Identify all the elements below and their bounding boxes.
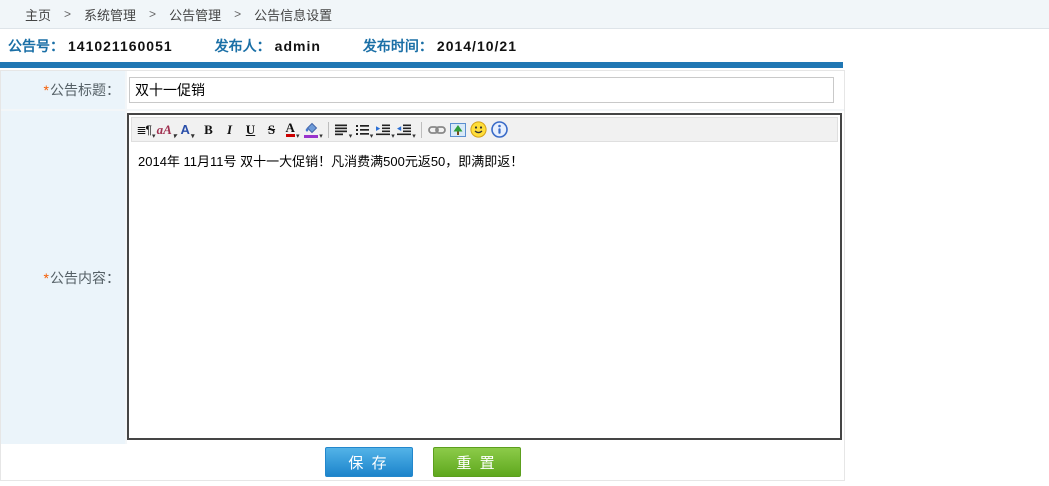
editor-content[interactable]: 2014年 11月11号 双十一大促销！凡消费满500元返50，即满即返！ <box>129 144 840 436</box>
about-info-icon[interactable] <box>489 119 510 140</box>
breadcrumb: 主页 > 系统管理 > 公告管理 > 公告信息设置 <box>0 0 1049 29</box>
notice-number-group: 公告号： 141021160051 <box>8 36 173 56</box>
format-paragraph-icon[interactable]: ≣¶ <box>135 119 156 140</box>
title-row: * 公告标题： <box>1 71 844 111</box>
form-actions: 保 存 重 置 <box>1 444 844 480</box>
rich-text-editor: ≣¶ aA A B I U S A <box>127 113 842 440</box>
accent-divider <box>0 62 843 68</box>
publish-time-label: 发布时间： <box>363 36 433 56</box>
paint-bucket-icon <box>304 122 318 138</box>
toolbar-separator <box>421 122 422 138</box>
publisher-group: 发布人： admin <box>215 36 321 56</box>
notice-number-value: 141021160051 <box>68 38 173 54</box>
align-icon[interactable] <box>333 119 354 140</box>
breadcrumb-separator: > <box>234 7 241 21</box>
strikethrough-icon[interactable]: S <box>261 119 282 140</box>
font-size-icon[interactable]: A <box>177 119 198 140</box>
text-color-icon[interactable]: A <box>282 119 303 140</box>
reset-button[interactable]: 重 置 <box>433 447 521 477</box>
notice-info-bar: 公告号： 141021160051 发布人： admin 发布时间： 2014/… <box>0 29 1049 62</box>
editor-toolbar: ≣¶ aA A B I U S A <box>131 117 838 142</box>
breadcrumb-item-home[interactable]: 主页 <box>25 5 51 24</box>
bold-icon[interactable]: B <box>198 119 219 140</box>
text-color-glyph: A <box>286 122 295 137</box>
notice-form: * 公告标题： * 公告内容： ≣¶ aA A B I U S A <box>0 70 845 481</box>
editor-cell: ≣¶ aA A B I U S A <box>127 111 844 444</box>
unordered-list-icon[interactable] <box>354 119 375 140</box>
title-field-cell <box>127 71 844 109</box>
required-asterisk: * <box>44 82 49 98</box>
outdent-icon[interactable] <box>396 119 417 140</box>
notice-number-label: 公告号： <box>8 36 64 56</box>
publish-time-value: 2014/10/21 <box>437 38 517 54</box>
title-label-cell: * 公告标题： <box>1 71 127 109</box>
emoticon-icon[interactable] <box>468 119 489 140</box>
breadcrumb-separator: > <box>149 7 156 21</box>
save-button[interactable]: 保 存 <box>325 447 413 477</box>
content-label: 公告内容： <box>50 268 120 288</box>
required-asterisk: * <box>44 270 49 286</box>
breadcrumb-item-system-management[interactable]: 系统管理 <box>84 5 136 24</box>
indent-icon[interactable] <box>375 119 396 140</box>
insert-image-icon[interactable] <box>447 119 468 140</box>
underline-icon[interactable]: U <box>240 119 261 140</box>
italic-icon[interactable]: I <box>219 119 240 140</box>
content-row: * 公告内容： ≣¶ aA A B I U S A <box>1 111 844 444</box>
font-family-icon[interactable]: aA <box>156 119 177 140</box>
publisher-label: 发布人： <box>215 36 271 56</box>
publish-time-group: 发布时间： 2014/10/21 <box>363 36 517 56</box>
breadcrumb-item-notice-management[interactable]: 公告管理 <box>169 5 221 24</box>
publisher-value: admin <box>275 38 321 54</box>
toolbar-separator <box>328 122 329 138</box>
content-label-cell: * 公告内容： <box>1 111 127 444</box>
title-label: 公告标题： <box>50 80 120 100</box>
breadcrumb-separator: > <box>64 7 71 21</box>
announcement-title-input[interactable] <box>129 77 834 103</box>
background-color-icon[interactable] <box>303 119 324 140</box>
breadcrumb-item-notice-info-settings: 公告信息设置 <box>254 5 332 24</box>
insert-link-icon[interactable] <box>426 119 447 140</box>
